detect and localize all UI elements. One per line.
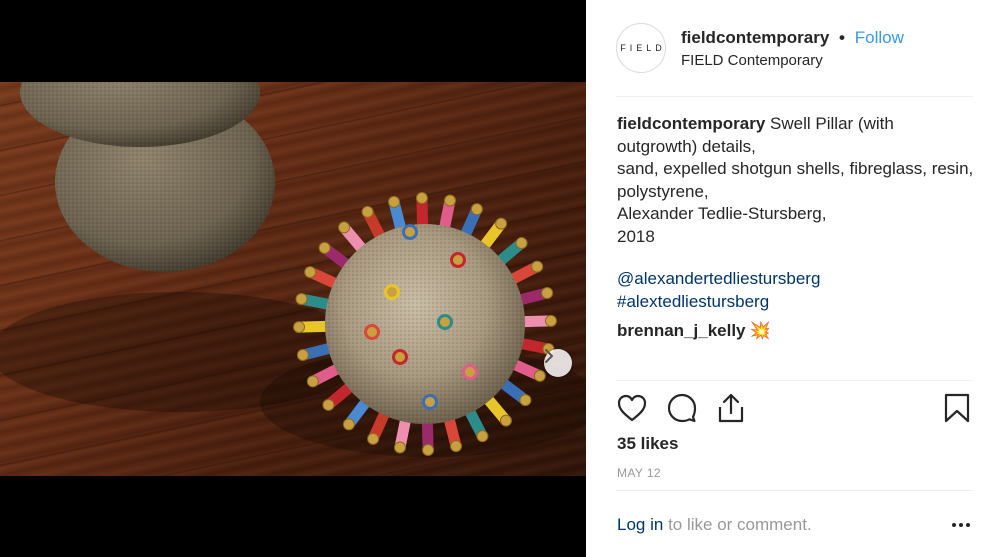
caption-line: 2018 — [617, 226, 655, 246]
post-header: FIELD fieldcontemporary • Follow FIELD C… — [586, 0, 1000, 96]
comment-row: brennan_j_kelly 💥 — [617, 321, 771, 341]
like-button[interactable] — [616, 392, 648, 424]
shotgun-shell — [384, 284, 400, 300]
likes-count[interactable]: 35 likes — [617, 434, 678, 454]
avatar[interactable]: FIELD — [616, 23, 666, 73]
shotgun-shell — [422, 394, 438, 410]
hashtag-link[interactable]: #alextedliestursberg — [617, 291, 820, 314]
post-date[interactable]: MAY 12 — [617, 466, 661, 480]
more-dot-icon — [959, 523, 963, 527]
comment-text: 💥 — [749, 321, 771, 340]
header-full-name: FIELD Contemporary — [681, 52, 823, 69]
shotgun-shell — [392, 349, 408, 365]
more-dot-icon — [952, 523, 956, 527]
footer-divider — [616, 490, 973, 491]
caption-tags: @alexandertedliestursberg #alextedliestu… — [617, 268, 820, 313]
shotgun-shell — [450, 252, 466, 268]
action-bar — [616, 392, 973, 424]
post-viewer: FIELD fieldcontemporary • Follow FIELD C… — [0, 0, 1000, 557]
share-icon — [718, 393, 744, 423]
more-dot-icon — [966, 523, 970, 527]
header-username[interactable]: fieldcontemporary — [681, 28, 829, 47]
login-prompt-text: to like or comment. — [668, 515, 812, 534]
post-caption: fieldcontemporary Swell Pillar (with out… — [617, 113, 977, 248]
chevron-right-icon — [545, 349, 553, 363]
share-button[interactable] — [715, 392, 747, 424]
media-pane — [0, 0, 586, 557]
caption-line: sand, expelled shotgun shells, fibreglas… — [617, 159, 974, 201]
caption-username[interactable]: fieldcontemporary — [617, 114, 765, 133]
mention-link[interactable]: @alexandertedliestursberg — [617, 268, 820, 291]
heart-icon — [617, 394, 647, 422]
shotgun-shell — [364, 324, 380, 340]
post-photo[interactable] — [0, 82, 586, 476]
login-prompt: Log in to like or comment. — [617, 515, 812, 535]
shotgun-shell — [462, 364, 478, 380]
bookmark-icon — [944, 393, 970, 423]
next-slide-button[interactable] — [544, 349, 572, 377]
follow-button[interactable]: Follow — [855, 28, 904, 47]
actions-divider — [616, 380, 973, 381]
post-details-panel: FIELD fieldcontemporary • Follow FIELD C… — [586, 0, 1000, 557]
comment-button[interactable] — [666, 392, 698, 424]
shotgun-shell — [402, 224, 418, 240]
caption-line: fieldcontemporary Swell Pillar (with out… — [617, 113, 977, 158]
header-divider — [616, 96, 973, 97]
caption-line: Alexander Tedlie-Stursberg, — [617, 204, 827, 223]
header-user-line: fieldcontemporary • Follow — [681, 28, 904, 48]
header-separator: • — [839, 28, 845, 47]
save-button[interactable] — [941, 392, 973, 424]
more-options-button[interactable] — [948, 515, 974, 535]
avatar-logo-text: FIELD — [620, 43, 666, 53]
sculpture-illustration — [0, 82, 586, 457]
login-link[interactable]: Log in — [617, 515, 663, 534]
comment-icon — [667, 393, 697, 423]
shotgun-shell — [437, 314, 453, 330]
comment-username[interactable]: brennan_j_kelly — [617, 321, 746, 340]
